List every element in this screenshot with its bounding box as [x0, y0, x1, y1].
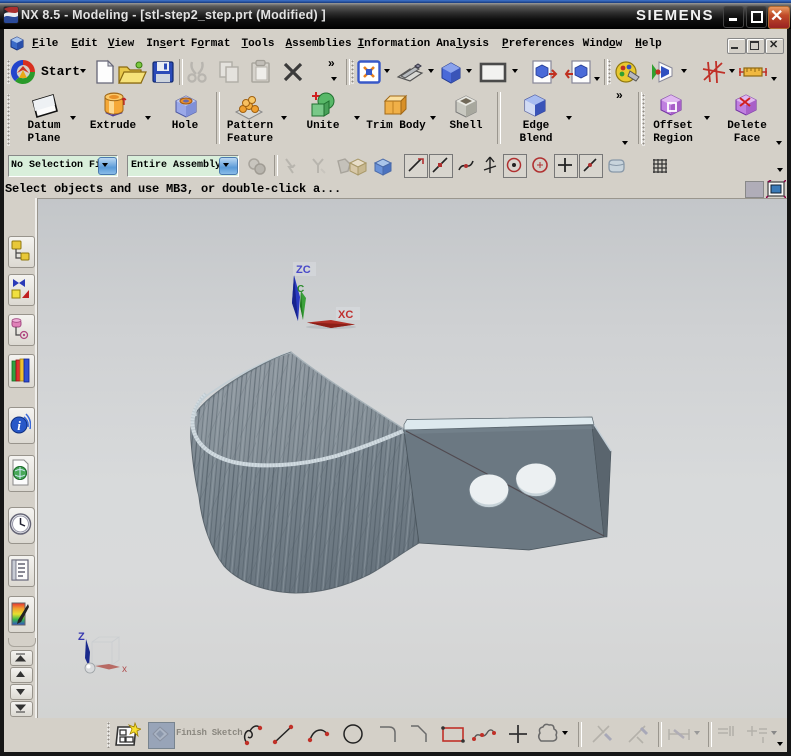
- svg-text:i: i: [17, 418, 21, 433]
- svg-text:ZC: ZC: [296, 264, 311, 276]
- svg-text:C: C: [297, 284, 304, 295]
- svg-text:x: x: [122, 664, 127, 675]
- svg-text:XC: XC: [338, 309, 353, 321]
- svg-text:Z: Z: [78, 631, 85, 643]
